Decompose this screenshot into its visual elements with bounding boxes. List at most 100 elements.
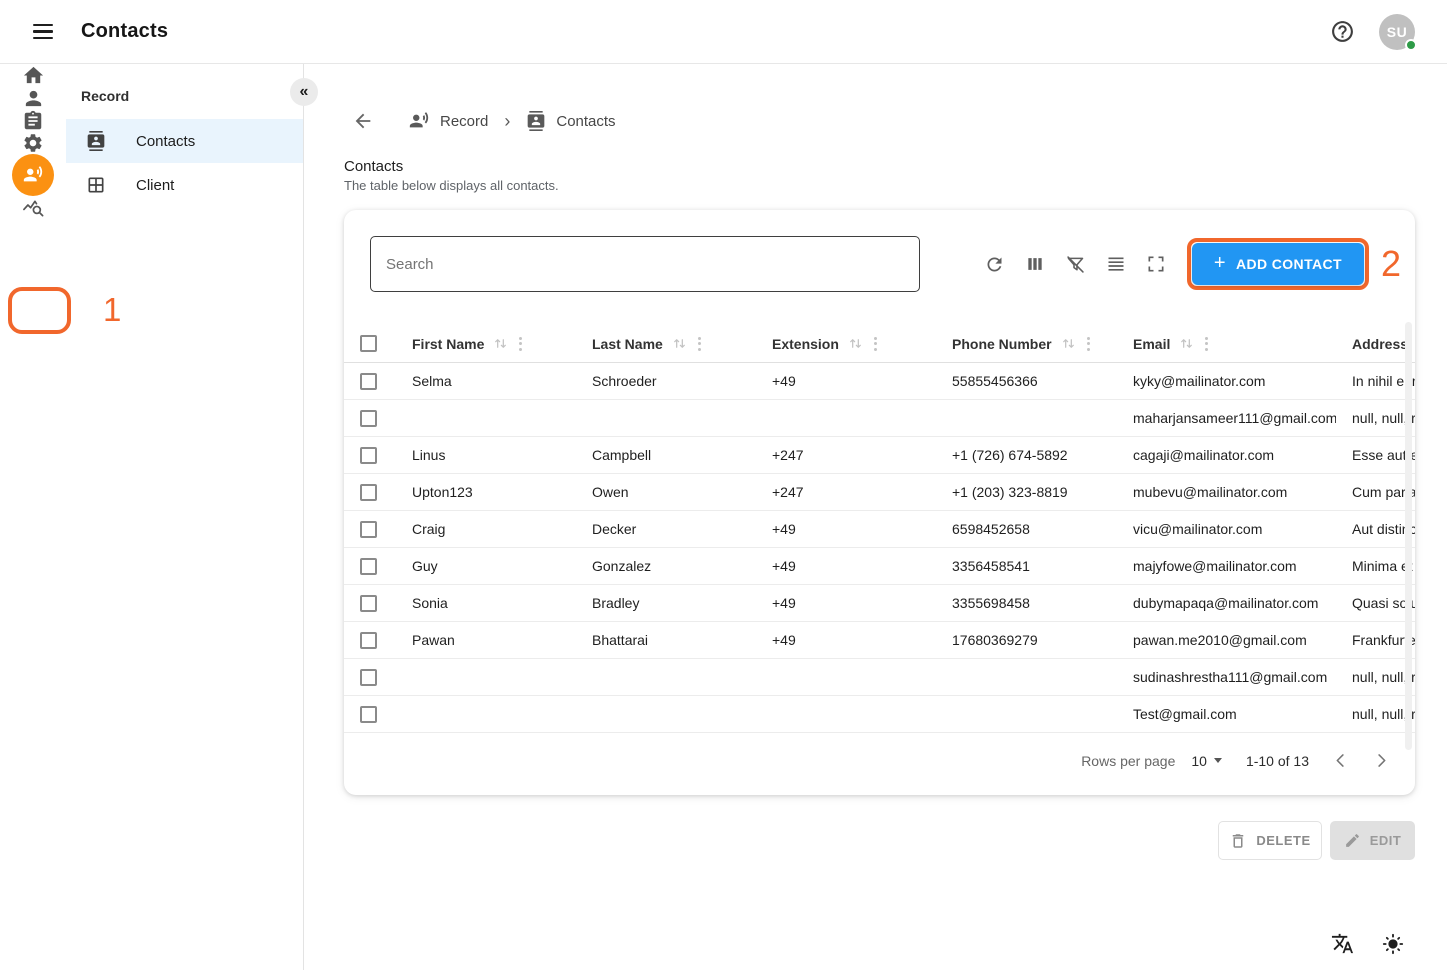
clients-button[interactable]: [22, 87, 45, 110]
sort-icon[interactable]: [493, 336, 508, 351]
cell-address: Frankfurte: [1336, 632, 1415, 648]
row-checkbox[interactable]: [360, 558, 377, 575]
table-row[interactable]: PawanBhattarai+4917680369279pawan.me2010…: [344, 622, 1415, 659]
column-header[interactable]: Extension: [756, 336, 936, 352]
row-checkbox[interactable]: [360, 706, 377, 723]
app-title: Contacts: [81, 20, 168, 43]
cell-first-name: Linus: [396, 447, 576, 463]
sort-icon[interactable]: [1179, 336, 1194, 351]
breadcrumb-item-record[interactable]: Record: [408, 110, 488, 132]
table-row[interactable]: SoniaBradley+493355698458dubymapaqa@mail…: [344, 585, 1415, 622]
settings-button[interactable]: [22, 132, 44, 154]
cell-last-name: Gonzalez: [576, 558, 756, 574]
breadcrumb-item-contacts[interactable]: Contacts: [526, 111, 615, 131]
column-header[interactable]: Last Name: [576, 336, 756, 352]
table-scrollbar[interactable]: [1405, 322, 1412, 750]
home-button[interactable]: [22, 64, 45, 87]
edit-button[interactable]: EDIT: [1330, 821, 1415, 860]
page-subtitle: The table below displays all contacts.: [344, 178, 559, 193]
cell-extension: +247: [756, 447, 936, 463]
theme-toggle-button[interactable]: [1382, 933, 1404, 955]
add-contact-button[interactable]: + ADD CONTACT: [1192, 243, 1364, 285]
user-avatar[interactable]: SU: [1379, 14, 1415, 50]
select-all-checkbox[interactable]: [360, 335, 377, 352]
annotation-highlight-2: + ADD CONTACT: [1187, 238, 1369, 290]
cell-address: Aut distinc: [1336, 521, 1415, 537]
filter-off-button[interactable]: [1065, 254, 1086, 275]
sidebar-item-label: Contacts: [136, 133, 195, 150]
column-menu-icon[interactable]: [698, 337, 701, 351]
density-button[interactable]: [1106, 254, 1126, 274]
columns-button[interactable]: [1025, 254, 1045, 274]
table-toolbar: + ADD CONTACT 2: [370, 236, 1401, 292]
sidebar-item-contacts[interactable]: Contacts: [66, 119, 303, 163]
cell-last-name: Campbell: [576, 447, 756, 463]
cell-email: Test@gmail.com: [1117, 706, 1336, 722]
record-section-button[interactable]: [12, 154, 54, 196]
column-menu-icon[interactable]: [1087, 337, 1090, 351]
filter-off-icon: [1065, 254, 1086, 275]
help-button[interactable]: [1330, 19, 1355, 44]
sidebar-section-label: Record: [81, 88, 303, 104]
sidebar-collapse-button[interactable]: «: [290, 78, 318, 106]
table-row[interactable]: maharjansameer111@gmail.comnull, null, r: [344, 400, 1415, 437]
columns-icon: [1025, 254, 1045, 274]
sort-icon[interactable]: [1061, 336, 1076, 351]
row-checkbox[interactable]: [360, 595, 377, 612]
column-header[interactable]: First Name: [396, 336, 576, 352]
menu-icon[interactable]: [33, 20, 57, 44]
sidebar-item-client[interactable]: Client: [66, 163, 303, 207]
table-row[interactable]: LinusCampbell+247+1 (726) 674-5892cagaji…: [344, 437, 1415, 474]
previous-page-button[interactable]: [1331, 751, 1350, 770]
fullscreen-button[interactable]: [1146, 254, 1166, 274]
table-row[interactable]: CraigDecker+496598452658vicu@mailinator.…: [344, 511, 1415, 548]
table-row[interactable]: sudinashrestha111@gmail.comnull, null, r: [344, 659, 1415, 696]
column-header[interactable]: Address: [1336, 336, 1415, 352]
cell-extension: +49: [756, 558, 936, 574]
delete-button[interactable]: DELETE: [1218, 821, 1322, 860]
record-voice-icon: [22, 164, 44, 186]
column-header[interactable]: Email: [1117, 336, 1336, 352]
sort-icon[interactable]: [672, 336, 687, 351]
cell-first-name: Guy: [396, 558, 576, 574]
cell-first-name: Upton123: [396, 484, 576, 500]
table-row[interactable]: SelmaSchroeder+4955855456366kyky@mailina…: [344, 363, 1415, 400]
column-header[interactable]: Phone Number: [936, 336, 1117, 352]
column-menu-icon[interactable]: [1205, 337, 1208, 351]
cell-phone-number: 55855456366: [936, 373, 1117, 389]
tasks-button[interactable]: [22, 110, 44, 132]
cell-email: mubevu@mailinator.com: [1117, 484, 1336, 500]
language-button[interactable]: [1331, 932, 1354, 955]
cell-last-name: Bhattarai: [576, 632, 756, 648]
pagination-range: 1-10 of 13: [1246, 753, 1309, 769]
row-checkbox[interactable]: [360, 410, 377, 427]
row-checkbox[interactable]: [360, 373, 377, 390]
search-input[interactable]: [370, 236, 920, 292]
column-menu-icon[interactable]: [519, 337, 522, 351]
refresh-button[interactable]: [984, 254, 1005, 275]
rows-per-page-select[interactable]: 10: [1191, 753, 1222, 769]
cell-first-name: Craig: [396, 521, 576, 537]
row-checkbox[interactable]: [360, 447, 377, 464]
row-checkbox[interactable]: [360, 521, 377, 538]
row-checkbox[interactable]: [360, 669, 377, 686]
row-checkbox[interactable]: [360, 484, 377, 501]
row-checkbox[interactable]: [360, 632, 377, 649]
table-row[interactable]: Test@gmail.comnull, null, r: [344, 696, 1415, 733]
sort-icon[interactable]: [848, 336, 863, 351]
cell-last-name: Bradley: [576, 595, 756, 611]
cell-address: In nihil eur: [1336, 373, 1415, 389]
back-button[interactable]: [352, 110, 374, 132]
analytics-button[interactable]: [22, 196, 45, 219]
column-menu-icon[interactable]: [874, 337, 877, 351]
density-icon: [1106, 254, 1126, 274]
cell-phone-number: 6598452658: [936, 521, 1117, 537]
gear-icon: [22, 132, 44, 154]
cell-extension: +49: [756, 373, 936, 389]
table-row[interactable]: GuyGonzalez+493356458541majyfowe@mailina…: [344, 548, 1415, 585]
next-page-button[interactable]: [1372, 751, 1391, 770]
table-row[interactable]: Upton123Owen+247+1 (203) 323-8819mubevu@…: [344, 474, 1415, 511]
cell-last-name: Decker: [576, 521, 756, 537]
person-icon: [22, 87, 45, 110]
cell-address: Esse aut ea: [1336, 447, 1415, 463]
